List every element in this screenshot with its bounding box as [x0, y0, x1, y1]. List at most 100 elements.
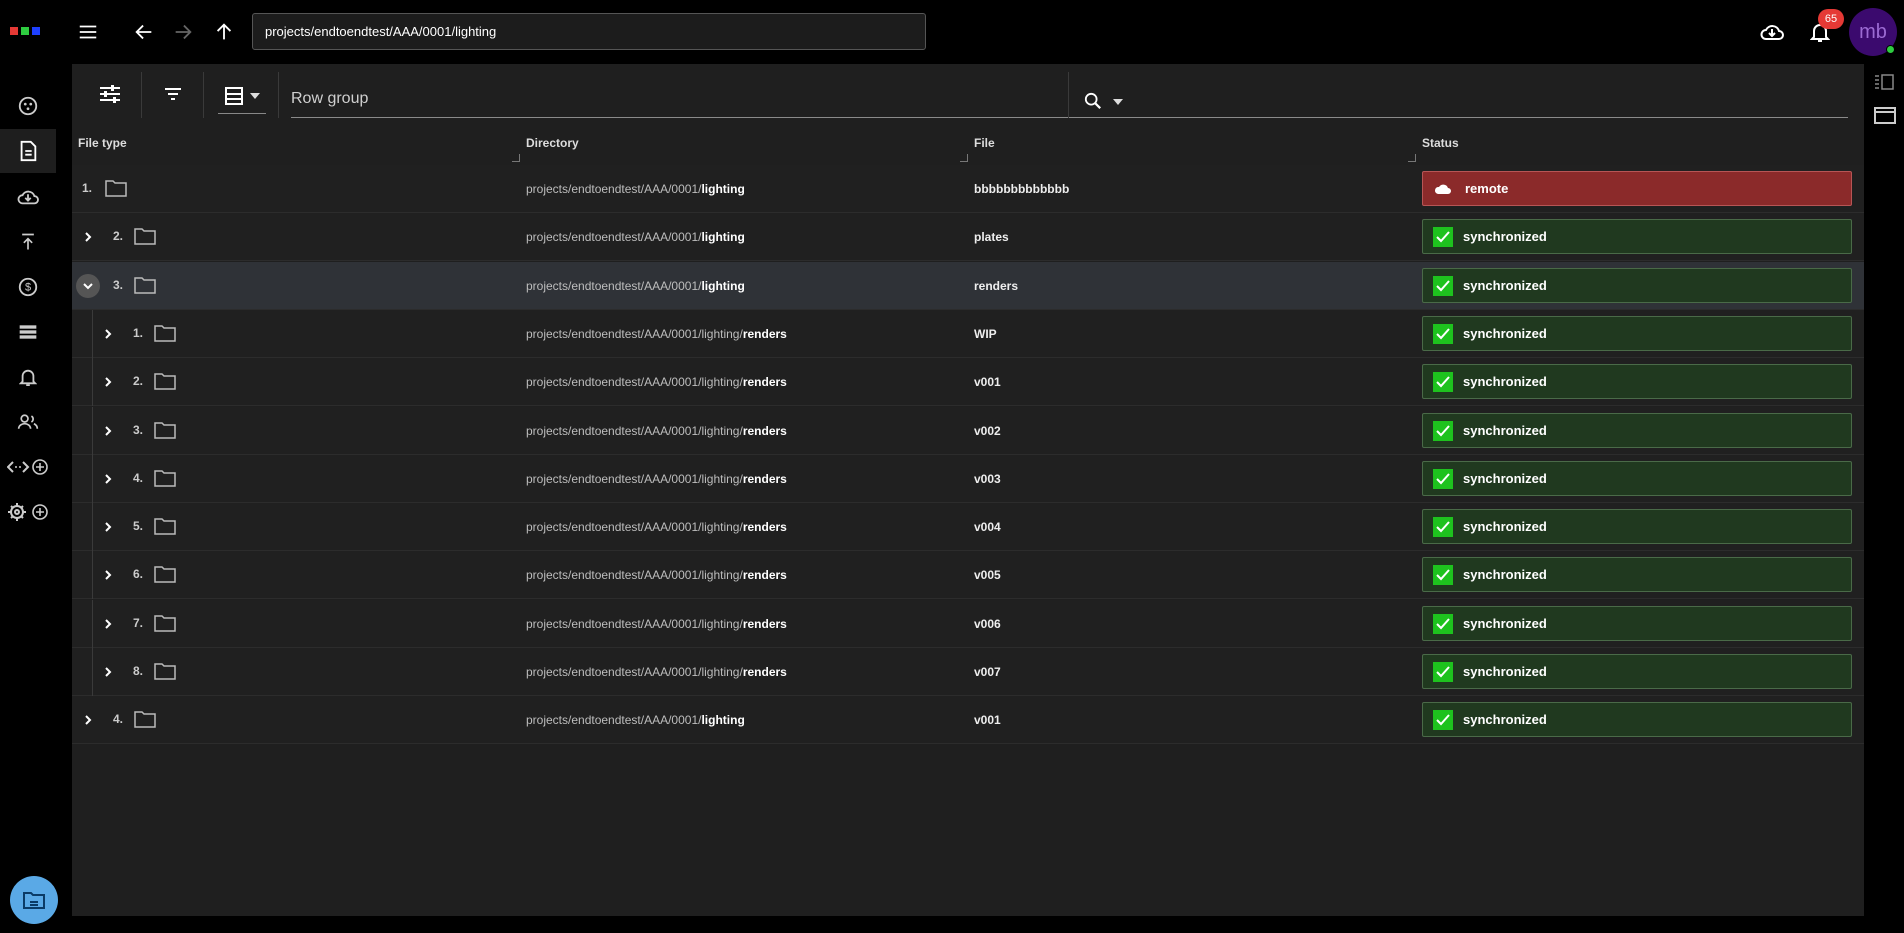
file-cell: v002 — [974, 424, 1001, 438]
table-row[interactable]: 2. projects/endtoendtest/AAA/0001/lightin… — [72, 213, 1864, 261]
expand-button[interactable] — [96, 563, 120, 587]
expand-button[interactable] — [76, 708, 100, 732]
sidebar-item-dashboard[interactable] — [0, 84, 56, 128]
folder-icon — [154, 421, 176, 439]
table-row[interactable]: 3. projects/endtoendtest/AAA/0001/lightin… — [72, 262, 1864, 310]
top-bar: 65 mb — [0, 0, 1904, 64]
directory-prefix: projects/endtoendtest/AAA/0001/ — [526, 713, 702, 727]
up-arrow-icon[interactable] — [209, 17, 239, 47]
directory-cell: projects/endtoendtest/AAA/0001/lighting — [526, 713, 745, 727]
row-group-select[interactable]: Row group — [291, 82, 1129, 118]
resize-handle[interactable] — [1408, 154, 1416, 162]
expand-button[interactable] — [96, 660, 120, 684]
dashboard-icon — [18, 96, 38, 116]
folder-icon — [154, 565, 176, 583]
status-label: synchronized — [1463, 567, 1547, 582]
directory-prefix: projects/endtoendtest/AAA/0001/lighting/ — [526, 568, 743, 582]
status-label: synchronized — [1463, 423, 1547, 438]
app-logo[interactable] — [10, 27, 40, 35]
directory-last-segment: renders — [742, 568, 787, 582]
chevron-right-icon — [105, 619, 112, 629]
column-header-directory[interactable]: Directory — [526, 134, 968, 164]
directory-last-segment: lighting — [701, 279, 745, 293]
collapse-button[interactable] — [76, 274, 100, 298]
panel-icon[interactable] — [1874, 106, 1896, 129]
right-toolbar — [1864, 64, 1904, 933]
sidebar-item-cloud-download[interactable] — [0, 175, 56, 219]
tune-icon[interactable] — [94, 78, 126, 110]
sidebar-item-notifications[interactable] — [0, 355, 56, 399]
search-box[interactable] — [1082, 82, 1848, 118]
file-browser-button[interactable] — [10, 876, 58, 924]
forward-arrow-icon[interactable] — [168, 17, 198, 47]
table-row[interactable]: 7. projects/endtoendtest/AAA/0001/lightin… — [72, 600, 1864, 648]
status-label: synchronized — [1463, 278, 1547, 293]
sidebar-item-settings[interactable] — [0, 490, 56, 534]
chevron-right-icon — [105, 377, 112, 387]
expand-button[interactable] — [96, 515, 120, 539]
svg-text:$: $ — [25, 282, 31, 294]
path-input[interactable] — [252, 13, 926, 50]
expand-button[interactable] — [96, 467, 120, 491]
directory-cell: projects/endtoendtest/AAA/0001/lighting/… — [526, 375, 787, 389]
table-row[interactable]: 5. projects/endtoendtest/AAA/0001/lightin… — [72, 503, 1864, 551]
bell-icon — [19, 369, 37, 386]
chevron-down-icon — [83, 283, 93, 290]
column-header-status[interactable]: Status — [1422, 134, 1852, 164]
column-header-file[interactable]: File — [974, 134, 1416, 164]
sidebar-item-files[interactable] — [0, 129, 56, 173]
sidebar-item-users[interactable] — [0, 400, 56, 444]
row-index: 2. — [133, 374, 144, 388]
directory-last-segment: lighting — [701, 713, 745, 727]
table-row[interactable]: 1. projects/endtoendtest/AAA/0001/lightin… — [72, 310, 1864, 358]
directory-prefix: projects/endtoendtest/AAA/0001/lighting/ — [526, 327, 743, 341]
chevron-right-icon — [105, 667, 112, 677]
sidebar-item-upload[interactable] — [0, 220, 56, 264]
column-header-file-type[interactable]: File type — [78, 134, 520, 164]
cloud-download-icon[interactable] — [1757, 17, 1787, 47]
filter-icon[interactable] — [158, 78, 188, 110]
menu-icon[interactable] — [73, 17, 103, 47]
row-group-label: Row group — [291, 90, 369, 107]
folder-sync-icon — [23, 892, 45, 909]
row-index: 3. — [113, 278, 124, 292]
table-row[interactable]: 4. projects/endtoendtest/AAA/0001/lightin… — [72, 696, 1864, 744]
toolbar-divider — [203, 72, 204, 118]
list-view-icon[interactable] — [1874, 74, 1894, 95]
status-label: synchronized — [1463, 229, 1547, 244]
chevron-right-icon — [85, 715, 92, 725]
table-row[interactable]: 2. projects/endtoendtest/AAA/0001/lightin… — [72, 358, 1864, 406]
file-cell: v006 — [974, 617, 1001, 631]
expand-button[interactable] — [96, 419, 120, 443]
status-label: synchronized — [1463, 471, 1547, 486]
table-row[interactable]: 6. projects/endtoendtest/AAA/0001/lightin… — [72, 551, 1864, 599]
file-cell: renders — [974, 279, 1019, 293]
check-icon — [1433, 275, 1453, 296]
search-input[interactable] — [1116, 88, 1816, 112]
table-row[interactable]: 8. projects/endtoendtest/AAA/0001/lightin… — [72, 648, 1864, 696]
sidebar-item-storage[interactable] — [0, 310, 56, 354]
table-row[interactable]: 1. projects/endtoendtest/AAA/0001/lightin… — [72, 165, 1864, 213]
row-index: 4. — [133, 471, 144, 485]
folder-icon — [134, 227, 156, 245]
resize-handle[interactable] — [960, 154, 968, 162]
table-row[interactable]: 4. projects/endtoendtest/AAA/0001/lightin… — [72, 455, 1864, 503]
status-label: synchronized — [1463, 326, 1547, 341]
expand-button[interactable] — [76, 225, 100, 249]
table-row[interactable]: 3. projects/endtoendtest/AAA/0001/lightin… — [72, 407, 1864, 455]
expand-button[interactable] — [96, 370, 120, 394]
expand-button[interactable] — [96, 612, 120, 636]
status-label: synchronized — [1463, 374, 1547, 389]
sidebar-item-billing[interactable]: $ — [0, 265, 56, 309]
density-selector[interactable] — [218, 78, 266, 114]
check-icon — [1433, 613, 1453, 634]
online-status-dot — [1886, 45, 1895, 54]
folder-icon — [154, 324, 176, 342]
sidebar-item-integrations[interactable] — [0, 445, 56, 489]
resize-handle[interactable] — [512, 154, 520, 162]
chevron-right-icon — [105, 426, 112, 436]
row-index: 3. — [133, 423, 144, 437]
expand-button[interactable] — [96, 322, 120, 346]
directory-cell: projects/endtoendtest/AAA/0001/lighting — [526, 182, 745, 196]
back-arrow-icon[interactable] — [129, 17, 159, 47]
